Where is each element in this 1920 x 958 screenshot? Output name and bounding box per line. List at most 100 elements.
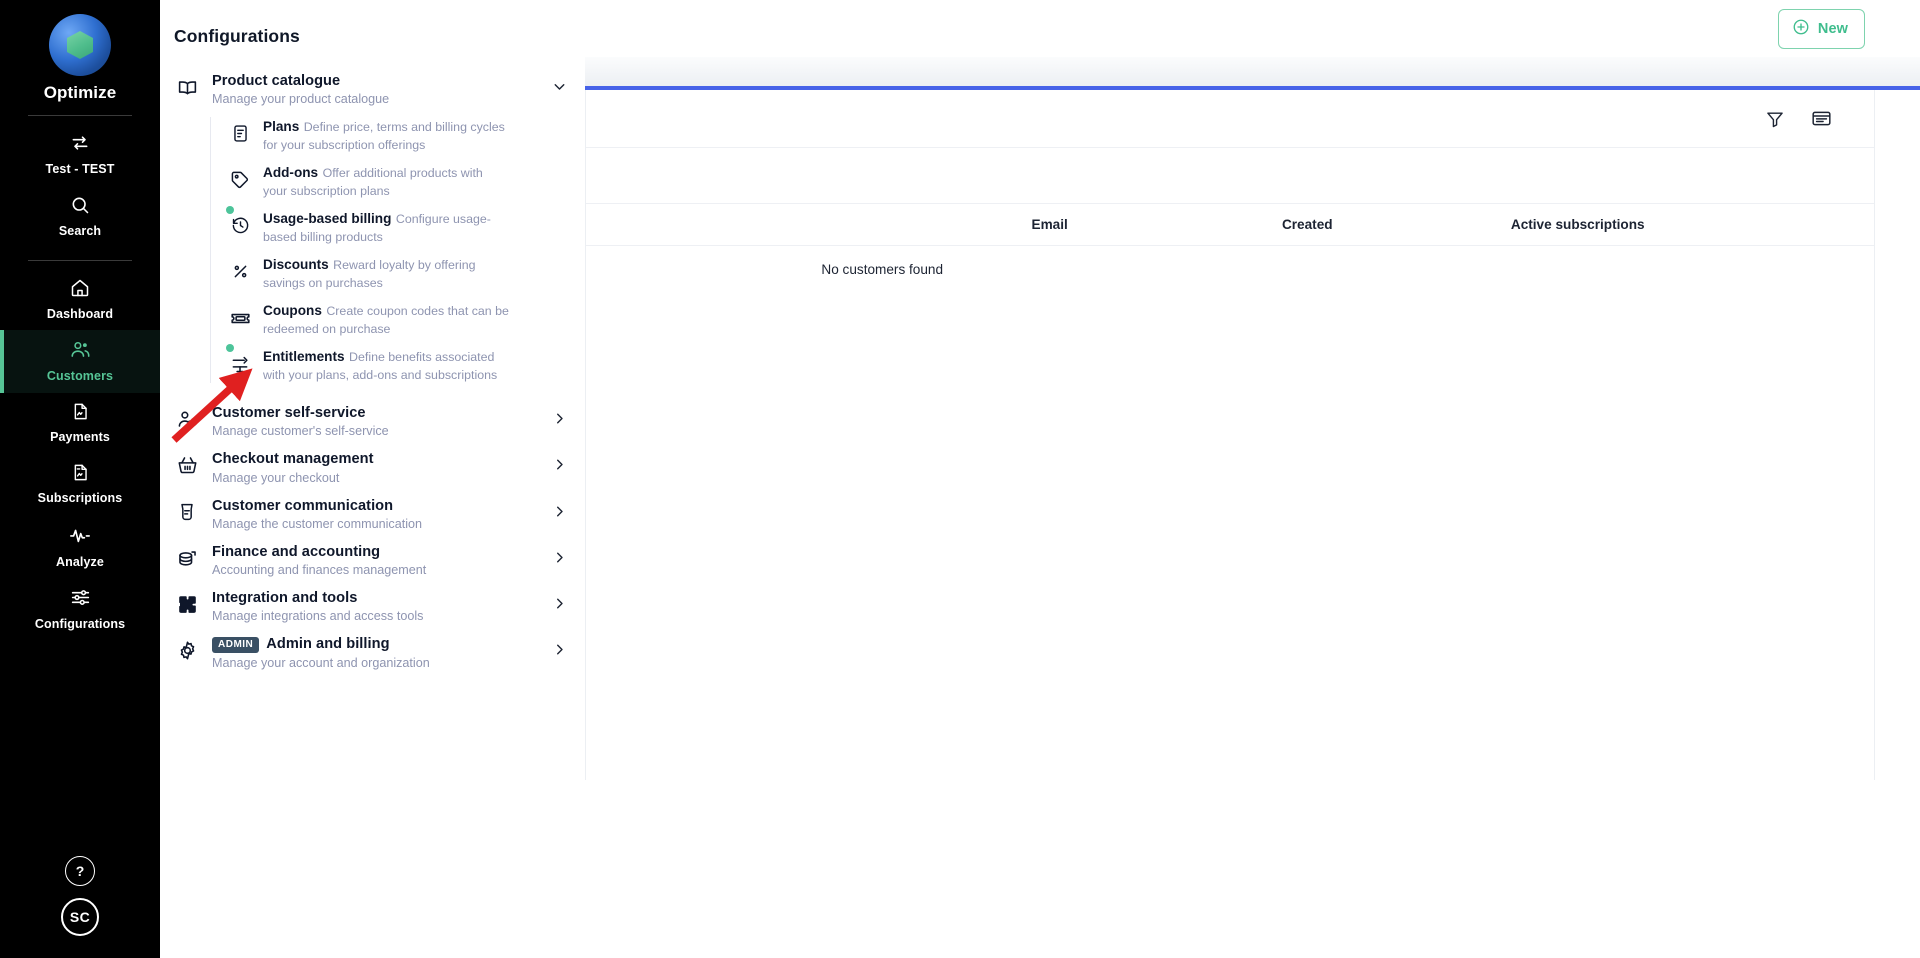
- subscriptions-document-icon: [71, 463, 90, 487]
- plans-document-icon: [228, 118, 252, 143]
- app-root: Optimize Test - TEST Search Dashboard Cu…: [0, 0, 1920, 958]
- column-header-email[interactable]: Email: [920, 204, 1179, 246]
- sidebar-item-configurations[interactable]: Configurations: [0, 578, 160, 641]
- config-item-text: Coupons Create coupon codes that can be …: [263, 302, 509, 338]
- chevron-right-icon[interactable]: [549, 635, 569, 658]
- megaphone-icon: [174, 497, 200, 522]
- customers-card: Email Created Active subscriptions No cu…: [585, 90, 1875, 780]
- config-group-admin-and-billing[interactable]: ADMIN Admin and billing Manage your acco…: [160, 630, 585, 676]
- config-group-checkout-management[interactable]: Checkout management Manage your checkout: [160, 445, 585, 491]
- config-group-title-text: Integration and tools: [212, 590, 358, 607]
- chevron-right-icon[interactable]: [549, 450, 569, 473]
- sidebar-item-analyze[interactable]: Analyze: [0, 515, 160, 579]
- empty-cell: [1719, 246, 1874, 294]
- config-item-text: Add-ons Offer additional products with y…: [263, 164, 509, 200]
- config-item-entitlements[interactable]: Entitlements Define benefits associated …: [210, 343, 585, 389]
- config-item-text: Plans Define price, terms and billing cy…: [263, 118, 509, 154]
- config-item-coupons[interactable]: Coupons Create coupon codes that can be …: [210, 297, 585, 343]
- percent-icon: [228, 256, 252, 281]
- sidebar-divider-top: [28, 115, 132, 116]
- table-empty-row: No customers found: [586, 246, 1874, 294]
- chevron-right-icon[interactable]: [549, 543, 569, 566]
- sidebar-item-customers[interactable]: Customers: [0, 330, 160, 393]
- sidebar-item-search-label: Search: [58, 223, 102, 238]
- sidebar-item-payments-label: Payments: [50, 430, 110, 444]
- config-item-discounts[interactable]: Discounts Reward loyalty by offering sav…: [210, 251, 585, 297]
- ticket-icon: [228, 302, 252, 329]
- new-button[interactable]: New: [1777, 8, 1865, 49]
- config-group-text: ADMIN Admin and billing Manage your acco…: [212, 635, 537, 671]
- config-group-title: Customer self-service: [212, 404, 537, 422]
- status-badge: ADMIN: [212, 636, 260, 653]
- sidebar-item-dashboard[interactable]: Dashboard: [0, 269, 160, 331]
- config-group-subtitle: Manage your product catalogue: [212, 92, 390, 107]
- sidebar-item-subscriptions-label: Subscriptions: [37, 490, 123, 505]
- new-button-label: New: [1817, 20, 1848, 37]
- new-indicator-dot: [226, 206, 234, 215]
- config-group-title: Integration and tools: [212, 589, 537, 607]
- table-header-row: Email Created Active subscriptions: [586, 204, 1874, 246]
- config-group-title-text: Customer self-service: [212, 405, 366, 422]
- chevron-right-icon[interactable]: [549, 497, 569, 520]
- config-group-integration-and-tools[interactable]: Integration and tools Manage integration…: [160, 584, 585, 630]
- config-group-customer-self-service[interactable]: Customer self-service Manage customer's …: [160, 399, 585, 445]
- sidebar-item-workspace[interactable]: Test - TEST: [0, 124, 160, 186]
- customers-table: Email Created Active subscriptions No cu…: [586, 204, 1874, 293]
- config-group-text: Finance and accounting Accounting and fi…: [212, 543, 537, 579]
- config-group-subtitle: Manage your account and organization: [212, 655, 430, 670]
- chevron-down-icon[interactable]: [549, 72, 569, 95]
- column-header-created[interactable]: Created: [1178, 204, 1437, 246]
- config-item-title: Discounts: [263, 257, 329, 273]
- config-item-subtitle: Define price, terms and billing cycles f…: [263, 120, 505, 153]
- book-icon: [174, 72, 200, 98]
- config-group-product-catalogue[interactable]: Product catalogue Manage your product ca…: [160, 67, 585, 113]
- sidebar-item-workspace-label: Test - TEST: [45, 162, 115, 176]
- column-header-active-subscriptions[interactable]: Active subscriptions: [1436, 204, 1720, 246]
- config-group-title: ADMIN Admin and billing: [212, 635, 537, 653]
- config-group-text: Customer self-service Manage customer's …: [212, 404, 537, 440]
- sidebar-item-customers-label: Customers: [46, 369, 114, 384]
- config-group-title-text: Customer communication: [212, 497, 394, 514]
- config-item-usage-based-billing[interactable]: Usage-based billing Configure usage-base…: [210, 205, 585, 251]
- sidebar-item-dashboard-label: Dashboard: [46, 306, 114, 321]
- table-header-spacer-end: [1719, 204, 1874, 246]
- customers-table-head: Email Created Active subscriptions: [586, 204, 1874, 246]
- filter-icon[interactable]: [1765, 109, 1785, 129]
- card-toolbar: [586, 90, 1874, 148]
- main-content: New Email Created Active subscriptions N…: [585, 0, 1920, 958]
- columns-icon[interactable]: [1811, 108, 1832, 129]
- empty-cell: [1178, 246, 1436, 294]
- config-group-title-text: Admin and billing: [266, 636, 390, 653]
- config-group-text: Product catalogue Manage your product ca…: [212, 72, 537, 108]
- pulse-icon: [69, 524, 91, 551]
- config-item-title: Usage-based billing: [263, 211, 392, 227]
- config-item-text: Entitlements Define benefits associated …: [263, 348, 509, 384]
- swap-icon: [70, 133, 90, 158]
- chevron-right-icon[interactable]: [549, 589, 569, 612]
- avatar[interactable]: SC: [61, 898, 99, 936]
- config-item-text: Usage-based billing Configure usage-base…: [263, 210, 509, 246]
- app-logo-icon: [49, 14, 111, 76]
- config-group-subtitle: Accounting and finances management: [212, 563, 427, 578]
- config-group-text: Customer communication Manage the custom…: [212, 497, 537, 533]
- config-group-title: Customer communication: [212, 497, 537, 515]
- config-item-add-ons[interactable]: Add-ons Offer additional products with y…: [210, 159, 585, 205]
- tab-strip[interactable]: [585, 57, 1920, 90]
- empty-state-message: No customers found: [821, 262, 944, 277]
- help-circle-icon[interactable]: ?: [65, 856, 95, 886]
- config-group-subtitle: Manage the customer communication: [212, 516, 422, 531]
- config-group-text: Checkout management Manage your checkout: [212, 450, 537, 486]
- user-gear-icon: [174, 404, 200, 430]
- sidebar-item-analyze-label: Analyze: [56, 554, 104, 569]
- config-group-text: Integration and tools Manage integration…: [212, 589, 537, 625]
- clock-rewind-icon: [226, 206, 252, 235]
- chevron-right-icon[interactable]: [549, 404, 569, 427]
- config-group-finance-and-accounting[interactable]: Finance and accounting Accounting and fi…: [160, 538, 585, 584]
- page-title: Configurations: [174, 26, 300, 46]
- config-group-customer-communication[interactable]: Customer communication Manage the custom…: [160, 492, 585, 538]
- sidebar-item-search[interactable]: Search: [0, 186, 160, 248]
- config-item-title: Coupons: [263, 303, 322, 319]
- sidebar-item-payments[interactable]: Payments: [0, 393, 160, 454]
- config-item-plans[interactable]: Plans Define price, terms and billing cy…: [210, 113, 585, 159]
- sidebar-item-subscriptions[interactable]: Subscriptions: [0, 454, 160, 515]
